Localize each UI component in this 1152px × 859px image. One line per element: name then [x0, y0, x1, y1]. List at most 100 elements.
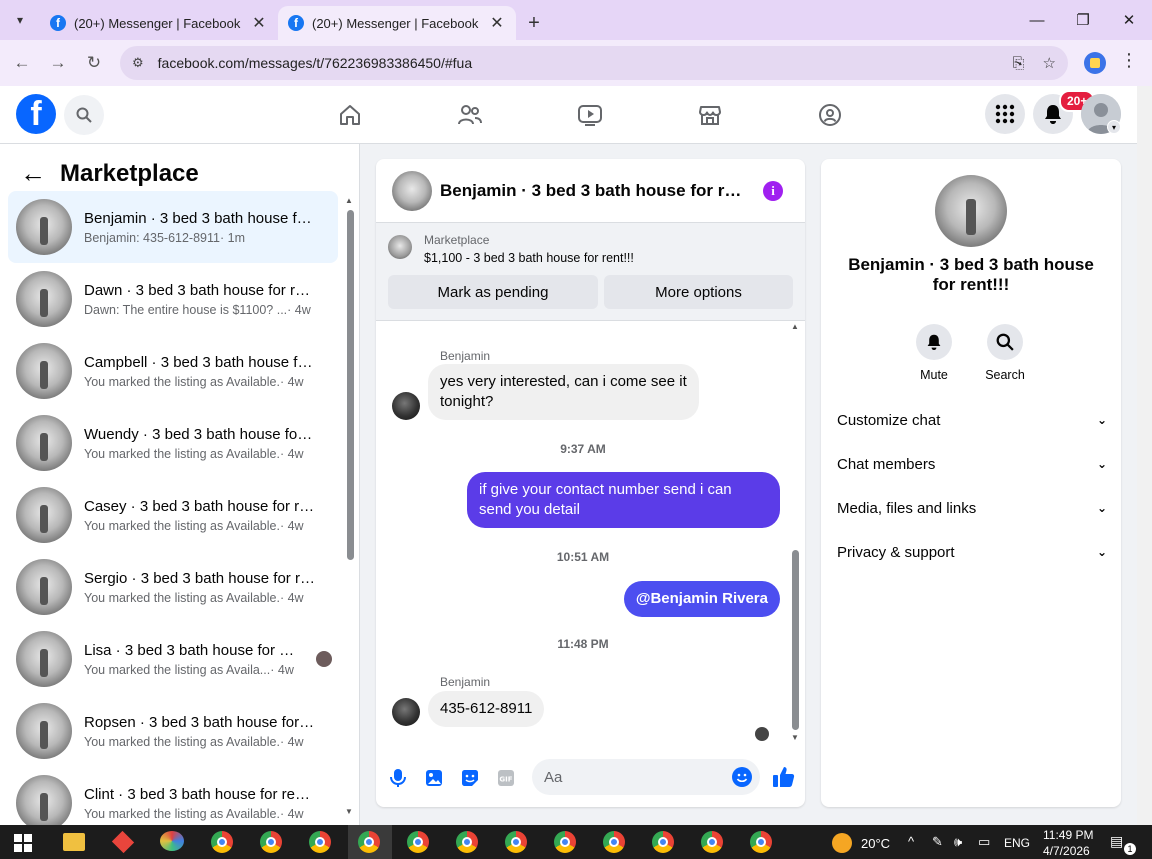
notification-center-icon[interactable]: ▤	[1110, 833, 1123, 850]
tab-search-menu[interactable]: ▾	[0, 0, 40, 40]
nav-home[interactable]	[290, 86, 410, 144]
reload-button[interactable]: ↻	[76, 45, 112, 81]
listing-profile-avatar[interactable]	[935, 175, 1007, 247]
restore-button[interactable]: ❐	[1060, 0, 1106, 40]
conversation-item[interactable]: Campbell · 3 bed 3 bath house for rent!!…	[8, 335, 338, 407]
listing-thumbnail[interactable]	[388, 235, 412, 259]
conversation-item[interactable]: Benjamin · 3 bed 3 bath house for rent!!…	[8, 191, 338, 263]
incoming-message[interactable]: yes very interested, can i come see it t…	[428, 364, 699, 420]
message-input[interactable]: Aa	[532, 759, 760, 795]
conversation-item[interactable]: Ropsen · 3 bed 3 bath house for rent!!! …	[8, 695, 338, 767]
chrome-taskbar-icon[interactable]	[750, 831, 772, 853]
paint-icon[interactable]	[160, 831, 184, 851]
more-options-button[interactable]: More options	[604, 275, 793, 309]
address-bar[interactable]: ⚙ facebook.com/messages/t/76223698338645…	[120, 46, 1068, 80]
page-scrollbar[interactable]	[1137, 86, 1152, 825]
listing-title[interactable]: $1,100 - 3 bed 3 bath house for rent!!!	[424, 251, 634, 265]
chrome-taskbar-icon[interactable]	[652, 831, 674, 853]
scroll-down-arrow-icon[interactable]: ▼	[345, 807, 353, 816]
outgoing-mention-message[interactable]: @Benjamin Rivera	[623, 581, 780, 617]
chrome-taskbar-icon[interactable]	[505, 831, 527, 853]
chat-title[interactable]: Benjamin · 3 bed 3 bath house for rent!!…	[440, 181, 750, 201]
conversation-list-scrollbar[interactable]: ▲ ▼	[345, 196, 355, 816]
sender-avatar[interactable]	[392, 698, 420, 726]
conversation-item[interactable]: Clint · 3 bed 3 bath house for rent!!! Y…	[8, 767, 338, 825]
weather-temperature[interactable]: 20°C	[861, 836, 890, 851]
language-indicator[interactable]: ENG	[1004, 836, 1030, 850]
scroll-down-arrow-icon[interactable]: ▼	[791, 733, 799, 742]
gif-button[interactable]: GIF	[495, 767, 517, 789]
mark-as-pending-button[interactable]: Mark as pending	[388, 275, 598, 309]
facebook-logo-icon[interactable]: f	[16, 94, 56, 134]
clock-date[interactable]: 4/7/2026	[1043, 844, 1090, 858]
menu-button[interactable]	[985, 94, 1025, 134]
nav-groups[interactable]	[770, 86, 890, 144]
install-app-icon[interactable]: ⎘	[1013, 55, 1025, 72]
browser-tab-2[interactable]: f (20+) Messenger | Facebook ✕	[278, 6, 516, 40]
conversation-item[interactable]: Lisa · 3 bed 3 bath house for rent!!! Yo…	[8, 623, 338, 695]
browser-tab-1[interactable]: f (20+) Messenger | Facebook ✕	[40, 6, 278, 40]
tab-close-icon[interactable]: ✕	[488, 13, 506, 33]
conversation-item[interactable]: Casey · 3 bed 3 bath house for rent!!! Y…	[8, 479, 338, 551]
extension-icon[interactable]	[1084, 52, 1106, 74]
file-explorer-icon[interactable]	[63, 833, 85, 851]
send-like-button[interactable]	[772, 765, 796, 794]
search-in-conversation-action[interactable]: Search	[975, 324, 1035, 382]
media-files-links-section[interactable]: Media, files and links ⌄	[837, 496, 1107, 520]
pen-icon[interactable]: ✎	[932, 834, 943, 850]
network-icon[interactable]: ▭	[978, 834, 990, 850]
back-arrow-icon[interactable]: ←	[20, 158, 46, 189]
chrome-taskbar-icon[interactable]	[260, 831, 282, 853]
chat-members-section[interactable]: Chat members ⌄	[837, 452, 1107, 476]
conversation-info-panel: Benjamin · 3 bed 3 bath house for rent!!…	[821, 159, 1121, 807]
conversation-item[interactable]: Wuendy · 3 bed 3 bath house for rent!!! …	[8, 407, 338, 479]
nav-friends[interactable]	[410, 86, 530, 144]
scroll-up-arrow-icon[interactable]: ▲	[345, 196, 353, 205]
chrome-taskbar-icon[interactable]	[211, 831, 233, 853]
chrome-taskbar-icon[interactable]	[309, 831, 331, 853]
conversation-item[interactable]: Sergio · 3 bed 3 bath house for rent!!! …	[8, 551, 338, 623]
new-tab-button[interactable]: +	[516, 6, 552, 40]
close-window-button[interactable]: ✕	[1106, 0, 1152, 40]
tray-expand-icon[interactable]: ^	[908, 834, 914, 849]
forward-button[interactable]: →	[40, 45, 76, 81]
info-icon[interactable]: i	[763, 181, 783, 201]
incoming-message[interactable]: 435-612-8911	[428, 691, 545, 727]
tab-close-icon[interactable]: ✕	[250, 13, 268, 33]
conversation-item[interactable]: Dawn · 3 bed 3 bath house for rent!!! Da…	[8, 263, 338, 335]
emoji-button[interactable]	[732, 767, 752, 787]
facebook-search-button[interactable]	[64, 95, 104, 135]
scrollbar-thumb[interactable]	[347, 210, 354, 560]
chat-avatar[interactable]	[392, 170, 432, 211]
nav-watch[interactable]	[530, 86, 650, 144]
chrome-taskbar-icon[interactable]	[554, 831, 576, 853]
chrome-taskbar-icon-active[interactable]	[358, 831, 380, 853]
scrollbar-thumb[interactable]	[792, 550, 799, 730]
windows-start-icon[interactable]	[14, 834, 32, 857]
account-chevron-down-icon[interactable]: ▾	[1107, 120, 1121, 134]
scroll-up-arrow-icon[interactable]: ▲	[791, 322, 799, 331]
minimize-button[interactable]: —	[1014, 0, 1060, 40]
chrome-taskbar-icon[interactable]	[603, 831, 625, 853]
outgoing-message[interactable]: if give your contact number send i can s…	[467, 472, 780, 528]
browser-menu-icon[interactable]: ⋮	[1120, 50, 1138, 71]
weather-icon[interactable]	[832, 833, 852, 853]
chrome-taskbar-icon[interactable]	[407, 831, 429, 853]
voice-clip-button[interactable]	[387, 767, 409, 789]
customize-chat-section[interactable]: Customize chat ⌄	[837, 408, 1107, 432]
back-button[interactable]: ←	[4, 45, 40, 81]
volume-icon[interactable]: 🕪	[954, 834, 962, 850]
nav-marketplace[interactable]	[650, 86, 770, 144]
mute-action[interactable]: Mute	[904, 324, 964, 382]
privacy-support-section[interactable]: Privacy & support ⌄	[837, 540, 1107, 564]
chrome-taskbar-icon[interactable]	[701, 831, 723, 853]
clock-time[interactable]: 11:49 PM	[1043, 828, 1093, 842]
attach-photo-button[interactable]	[423, 767, 445, 789]
sender-avatar[interactable]	[392, 392, 420, 420]
message-thread-scrollbar[interactable]: ▲ ▼	[790, 322, 802, 742]
app-icon[interactable]	[111, 830, 135, 854]
chrome-taskbar-icon[interactable]	[456, 831, 478, 853]
bookmark-star-icon[interactable]: ☆	[1043, 54, 1056, 72]
sticker-button[interactable]	[459, 767, 481, 789]
site-info-icon[interactable]: ⚙	[132, 55, 144, 71]
